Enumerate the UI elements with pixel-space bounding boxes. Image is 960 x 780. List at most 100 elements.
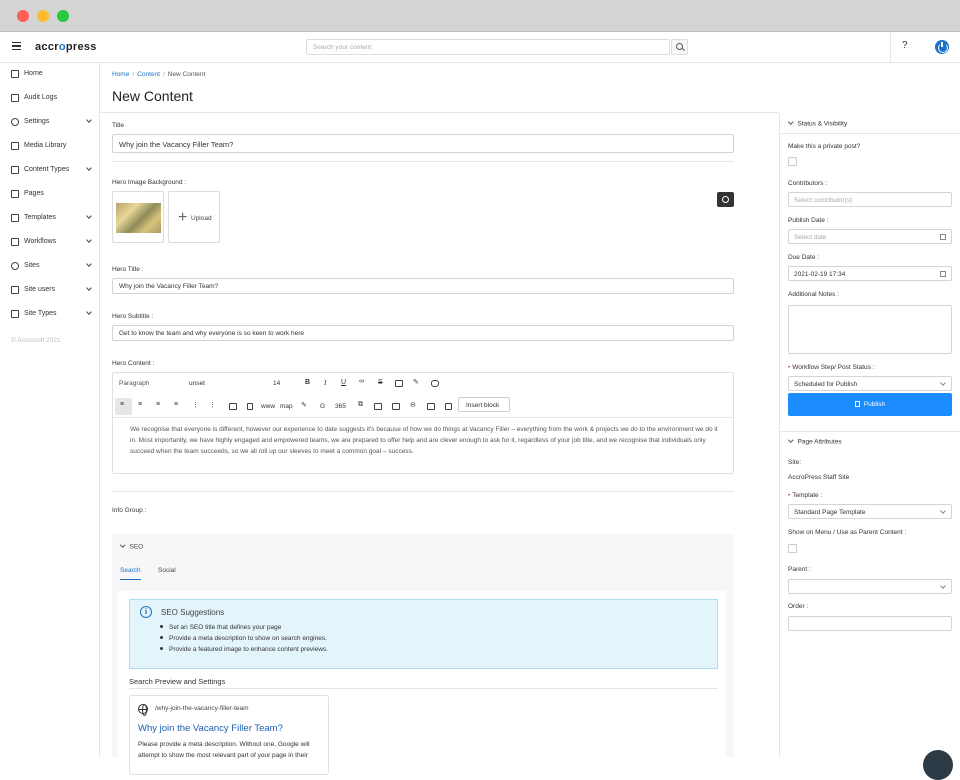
publish-button[interactable]: Publish — [788, 393, 952, 416]
justify-icon[interactable]: ≡ — [174, 401, 178, 408]
due-date-input[interactable]: 2021-02-19 17:34 — [788, 266, 952, 281]
hero-subtitle-input[interactable]: Get to know the team and why everyone is… — [112, 325, 734, 341]
sidebar-item-label: Settings — [24, 118, 50, 125]
template-select[interactable]: Standard Page Template — [788, 504, 952, 519]
clear-format-icon[interactable] — [431, 380, 439, 387]
template-label: • Template : — [788, 492, 823, 499]
info-icon: i — [140, 606, 152, 618]
page-attributes-toggle[interactable]: Page Attributes — [788, 437, 842, 446]
italic-icon[interactable]: I — [324, 379, 326, 387]
file-icon[interactable] — [247, 403, 253, 410]
sidebar-item-audit-logs[interactable]: Audit Logs — [0, 87, 100, 111]
tab-social[interactable]: Social — [158, 567, 176, 574]
publish-date-input[interactable]: Select date — [788, 229, 952, 244]
minimize-window-button[interactable] — [37, 10, 49, 22]
block-type-select[interactable]: Paragraph — [119, 380, 149, 387]
sidebar-item-label: Sites — [24, 262, 40, 269]
status-visibility-toggle[interactable]: Status & Visibility — [788, 119, 847, 128]
google-button[interactable]: G — [320, 403, 325, 410]
sidebar-item-sites[interactable]: Sites — [0, 255, 100, 279]
image-icon[interactable] — [374, 403, 382, 410]
preview-url: /why-join-the-vacancy-filler-team — [155, 705, 249, 712]
sidebar-item-label: Workflows — [24, 238, 57, 245]
www-button[interactable]: www — [261, 403, 275, 410]
highlight-icon[interactable]: ✎ — [413, 378, 419, 386]
chat-button[interactable] — [923, 750, 953, 780]
show-menu-checkbox[interactable] — [788, 544, 797, 553]
align-center-icon[interactable]: ≡ — [138, 401, 142, 408]
editor-content[interactable]: We recognise that everyone is different,… — [130, 424, 720, 457]
order-input[interactable] — [788, 616, 952, 631]
unordered-list-icon[interactable]: ⋮ — [209, 401, 216, 409]
rich-text-editor[interactable]: Paragraph unset 14 B I U ∞ S ✎ ≡ ≡ ≡ ≡ ⋮… — [112, 372, 734, 474]
close-window-button[interactable] — [17, 10, 29, 22]
breadcrumb-current: New Content — [167, 71, 206, 78]
sidebar-item-templates[interactable]: Templates — [0, 207, 100, 231]
table-icon[interactable] — [229, 403, 237, 410]
font-select[interactable]: unset — [189, 380, 205, 387]
edit-icon[interactable]: ✎ — [301, 401, 307, 409]
logo[interactable]: accropress — [35, 41, 97, 53]
horizontal-rule-icon[interactable]: ⊖ — [410, 401, 416, 409]
hero-subtitle-label: Hero Subtitle : — [112, 313, 154, 320]
underline-icon[interactable]: U — [341, 379, 346, 386]
contributors-select[interactable]: Select contributor(s) — [788, 192, 952, 207]
align-right-icon[interactable]: ≡ — [156, 401, 160, 408]
tab-search[interactable]: Search — [120, 567, 141, 580]
hero-title-input[interactable]: Why join the Vacancy Filler Team? — [112, 278, 734, 294]
widget-icon[interactable] — [427, 403, 435, 410]
breadcrumb: Home / Content / New Content — [112, 71, 206, 78]
preview-link[interactable]: Why join the Vacancy Filler Team? — [138, 723, 283, 734]
chevron-down-icon — [788, 437, 794, 443]
breadcrumb-home[interactable]: Home — [112, 71, 129, 78]
menu-icon[interactable] — [12, 42, 21, 50]
right-panel: Status & Visibility Make this a private … — [779, 113, 960, 757]
breadcrumb-content[interactable]: Content — [137, 71, 160, 78]
sidebar-item-pages[interactable]: Pages — [0, 183, 100, 207]
sidebar-item-workflows[interactable]: Workflows — [0, 231, 100, 255]
search-button[interactable] — [671, 39, 688, 55]
help-button[interactable]: ? — [902, 40, 908, 51]
home-icon — [11, 70, 19, 78]
map-button[interactable]: map — [280, 403, 293, 410]
workflow-label: • Workflow Step/ Post Status : — [788, 364, 875, 371]
divider — [890, 32, 891, 63]
suggestion-list: Set an SEO title that defines your page … — [160, 622, 328, 655]
sidebar-item-content-types[interactable]: Content Types — [0, 159, 100, 183]
hero-image-thumbnail[interactable] — [112, 191, 164, 243]
due-date-label: Due Date : — [788, 254, 820, 261]
hero-content-label: Hero Content : — [112, 360, 155, 367]
parent-select[interactable] — [788, 579, 952, 594]
workflow-select[interactable]: Scheduled for Publish — [788, 376, 952, 391]
maximize-window-button[interactable] — [57, 10, 69, 22]
notes-textarea[interactable] — [788, 305, 952, 354]
video-icon[interactable] — [392, 403, 400, 410]
ordered-list-icon[interactable]: ⋮ — [192, 401, 199, 409]
code-icon[interactable] — [395, 380, 403, 387]
power-icon[interactable] — [935, 40, 949, 54]
office365-button[interactable]: 365 — [335, 403, 346, 410]
bold-icon[interactable]: B — [305, 379, 310, 386]
title-input[interactable]: Why join the Vacancy Filler Team? — [112, 134, 734, 153]
upload-button[interactable]: + Upload — [168, 191, 220, 243]
sidebar-item-home[interactable]: Home — [0, 63, 100, 87]
sidebar-item-media-library[interactable]: Media Library — [0, 135, 100, 159]
sidebar-item-settings[interactable]: Settings — [0, 111, 100, 135]
plus-icon: + — [178, 209, 188, 226]
sidebar-item-site-types[interactable]: Site Types — [0, 303, 100, 327]
insert-block-button[interactable]: Insert block — [458, 397, 510, 412]
strikethrough-icon[interactable]: S — [378, 379, 383, 386]
sidebar-item-site-users[interactable]: Site users — [0, 279, 100, 303]
font-size-select[interactable]: 14 — [273, 380, 280, 387]
settings-icon[interactable] — [717, 192, 734, 207]
private-post-checkbox[interactable] — [788, 157, 797, 166]
align-left-icon[interactable]: ≡ — [120, 401, 124, 408]
checkbox-icon[interactable] — [445, 403, 452, 410]
embed-icon[interactable]: ⧉ — [358, 401, 363, 409]
editor-toolbar-row-2: ≡ ≡ ≡ ≡ ⋮ ⋮ www map ✎ G 365 ⧉ ⊖ Insert b… — [113, 395, 733, 418]
search-input[interactable]: Search your content — [306, 39, 670, 55]
site-value: AccroPress Staff Site — [788, 474, 850, 481]
seo-toggle[interactable]: SEO — [120, 542, 143, 551]
link-icon[interactable]: ∞ — [359, 378, 364, 385]
list-item: Set an SEO title that defines your page — [160, 622, 328, 633]
